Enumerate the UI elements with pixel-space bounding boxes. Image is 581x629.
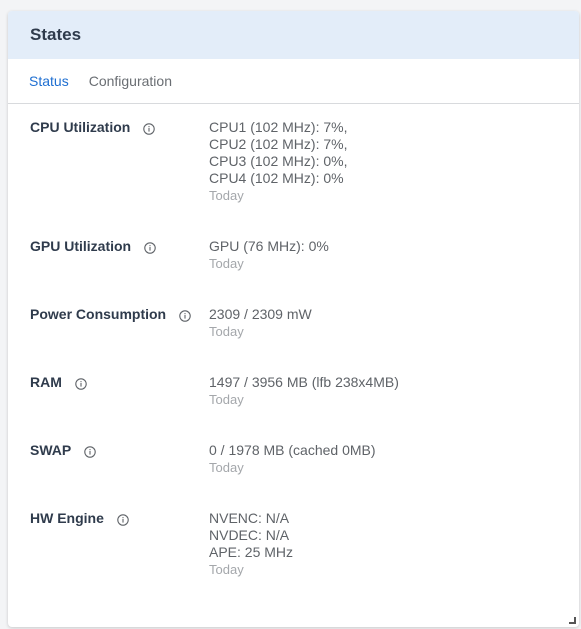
state-label-cell: SWAP <box>8 442 209 510</box>
state-label: RAM <box>30 374 62 390</box>
tab-configuration[interactable]: Configuration <box>89 69 172 93</box>
state-value-line: 0 / 1978 MB (cached 0MB) <box>209 442 376 458</box>
state-label-cell: CPU Utilization <box>8 119 209 238</box>
state-value-line: 1497 / 3956 MB (lfb 238x4MB) <box>209 374 399 390</box>
state-value-line: GPU (76 MHz): 0% <box>209 238 329 254</box>
state-value: NVENC: N/A NVDEC: N/A APE: 25 MHz Today <box>209 510 293 600</box>
state-timestamp: Today <box>209 188 244 203</box>
state-row-swap: SWAP 0 / 1978 MB (cached 0MB) Today <box>8 442 579 510</box>
state-label: SWAP <box>30 442 72 458</box>
states-panel: States Status Configuration CPU Utilizat… <box>8 11 579 627</box>
resize-handle[interactable] <box>569 617 576 624</box>
state-label-cell: RAM <box>8 374 209 442</box>
state-label: Power Consumption <box>30 306 167 322</box>
state-label-cell: HW Engine <box>8 510 209 600</box>
state-label-cell: GPU Utilization <box>8 238 209 306</box>
state-value: 1497 / 3956 MB (lfb 238x4MB) Today <box>209 374 399 442</box>
state-timestamp: Today <box>209 562 244 577</box>
state-value: CPU1 (102 MHz): 7%, CPU2 (102 MHz): 7%, … <box>209 119 347 238</box>
state-list: CPU Utilization CPU1 (102 MHz): 7%, CPU2… <box>8 104 579 600</box>
state-label: HW Engine <box>30 510 104 526</box>
state-value-line: NVENC: N/A <box>209 510 290 526</box>
state-value: 0 / 1978 MB (cached 0MB) Today <box>209 442 376 510</box>
info-icon[interactable] <box>144 241 156 254</box>
state-timestamp: Today <box>209 256 244 271</box>
state-row-power-consumption: Power Consumption 2309 / 2309 mW Today <box>8 306 579 374</box>
state-row-cpu-utilization: CPU Utilization CPU1 (102 MHz): 7%, CPU2… <box>8 119 579 238</box>
panel-header: States <box>8 11 579 59</box>
state-timestamp: Today <box>209 460 244 475</box>
state-value-line: CPU1 (102 MHz): 7%, <box>209 119 348 135</box>
state-value: 2309 / 2309 mW Today <box>209 306 312 374</box>
state-row-gpu-utilization: GPU Utilization GPU (76 MHz): 0% Today <box>8 238 579 306</box>
state-label: GPU Utilization <box>30 238 132 254</box>
info-icon[interactable] <box>84 445 96 458</box>
state-timestamp: Today <box>209 392 244 407</box>
state-value-line: NVDEC: N/A <box>209 527 290 543</box>
state-timestamp: Today <box>209 324 244 339</box>
state-value-line: APE: 25 MHz <box>209 544 294 560</box>
state-value-line: CPU3 (102 MHz): 0%, <box>209 153 348 169</box>
state-row-hw-engine: HW Engine NVENC: N/A NVDEC: N/A APE: 25 … <box>8 510 579 600</box>
state-label: CPU Utilization <box>30 119 131 135</box>
state-value-line: CPU4 (102 MHz): 0% <box>209 170 344 186</box>
tab-bar: Status Configuration <box>8 59 579 104</box>
state-label-cell: Power Consumption <box>8 306 209 374</box>
panel-title: States <box>30 25 82 44</box>
state-value-line: 2309 / 2309 mW <box>209 306 312 322</box>
info-icon[interactable] <box>143 122 156 135</box>
info-icon[interactable] <box>179 309 191 322</box>
state-row-ram: RAM 1497 / 3956 MB (lfb 238x4MB) Today <box>8 374 579 442</box>
tab-status[interactable]: Status <box>29 69 69 93</box>
state-value: GPU (76 MHz): 0% Today <box>209 238 329 306</box>
info-icon[interactable] <box>117 513 129 526</box>
state-value-line: CPU2 (102 MHz): 7%, <box>209 136 348 152</box>
info-icon[interactable] <box>75 377 87 390</box>
